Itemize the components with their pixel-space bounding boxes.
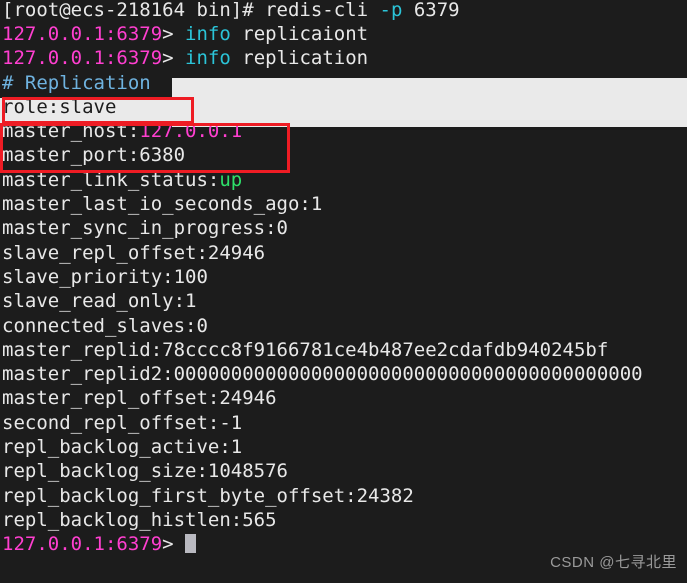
info-repl-backlog-active-seg-0: repl_backlog_active:1: [2, 436, 243, 459]
info-second-repl-offset: second_repl_offset:-1: [2, 411, 687, 435]
shell-prompt-line-seg-0: [root@ecs-218164 bin]#: [2, 0, 266, 21]
info-connected-slaves: connected_slaves:0: [2, 314, 687, 338]
info-master-repl-offset: master_repl_offset:24946: [2, 386, 687, 410]
info-master-host-seg-1: 127.0.0.1: [139, 120, 243, 143]
section-header-replication-seg-0: # Replication: [2, 71, 151, 94]
info-slave-read-only: slave_read_only:1: [2, 289, 687, 313]
redis-prompt-line-1-seg-0: 127.0.0.1:6379: [2, 23, 163, 45]
info-repl-backlog-first-byte-offset: repl_backlog_first_byte_offset:24382: [2, 484, 687, 508]
info-repl-backlog-size: repl_backlog_size:1048576: [2, 459, 687, 483]
redis-prompt-line-1-seg-1: >: [162, 23, 186, 45]
info-master-last-io-seconds-ago-seg-0: master_last_io_seconds_ago:1: [2, 193, 323, 216]
redis-prompt-line-1: 127.0.0.1:6379> info replicaiont: [2, 22, 687, 46]
info-slave-priority-seg-0: slave_priority:100: [2, 265, 208, 288]
info-repl-backlog-histlen: repl_backlog_histlen:565: [2, 508, 687, 532]
redis-prompt-line-3-seg-0: 127.0.0.1:6379: [2, 533, 163, 556]
text-cursor[interactable]: [185, 534, 197, 554]
info-master-port: master_port:6380: [2, 143, 687, 167]
info-master-host: master_host:127.0.0.1: [2, 119, 687, 143]
info-second-repl-offset-seg-0: second_repl_offset:-1: [2, 411, 243, 434]
shell-prompt-line-seg-3: 6379: [413, 0, 460, 21]
info-master-replid2-seg-0: master_replid2:0000000000000000000000000…: [2, 363, 643, 386]
shell-prompt-line: [root@ecs-218164 bin]# redis-cli -p 6379: [2, 0, 687, 22]
info-role-seg-0: role:slave: [2, 95, 117, 118]
info-master-link-status-seg-0: master_link_status:: [2, 168, 220, 191]
info-master-last-io-seconds-ago: master_last_io_seconds_ago:1: [2, 192, 687, 216]
redis-prompt-line-1-seg-2: info: [185, 23, 243, 45]
redis-prompt-line-2: 127.0.0.1:6379> info replication: [2, 46, 687, 70]
info-master-sync-in-progress-seg-0: master_sync_in_progress:0: [2, 217, 288, 240]
info-repl-backlog-active: repl_backlog_active:1: [2, 435, 687, 459]
info-master-link-status: master_link_status:up: [2, 168, 687, 192]
info-master-replid2: master_replid2:0000000000000000000000000…: [2, 362, 687, 386]
shell-prompt-line-seg-2: -p: [379, 0, 414, 21]
terminal-output: [root@ecs-218164 bin]#[root@ecs-218164 b…: [0, 0, 687, 557]
info-master-replid-seg-0: master_replid:78cccc8f9166781ce4b487ee2c…: [2, 338, 609, 361]
redis-prompt-line-2-seg-2: info: [185, 47, 243, 70]
info-master-replid: master_replid:78cccc8f9166781ce4b487ee2c…: [2, 338, 687, 362]
redis-prompt-line-3-seg-1: >: [162, 533, 186, 556]
info-slave-repl-offset-seg-0: slave_repl_offset:24946: [2, 241, 266, 264]
redis-prompt-line-2-seg-0: 127.0.0.1:6379: [2, 47, 163, 70]
redis-prompt-line-1-seg-3: replicaiont: [242, 23, 369, 45]
info-slave-read-only-seg-0: slave_read_only:1: [2, 290, 197, 313]
info-master-repl-offset-seg-0: master_repl_offset:24946: [2, 387, 277, 410]
terminal-screen[interactable]: [root@ecs-218164 bin]#[root@ecs-218164 b…: [0, 0, 687, 583]
info-master-host-seg-0: master_host:: [2, 120, 140, 143]
redis-prompt-line-2-seg-1: >: [162, 47, 186, 70]
info-role: role:slave: [2, 95, 687, 119]
info-repl-backlog-first-byte-offset-seg-0: repl_backlog_first_byte_offset:24382: [2, 484, 414, 507]
info-slave-priority: slave_priority:100: [2, 265, 687, 289]
info-repl-backlog-size-seg-0: repl_backlog_size:1048576: [2, 460, 288, 483]
info-master-sync-in-progress: master_sync_in_progress:0: [2, 216, 687, 240]
info-master-link-status-seg-1: up: [219, 168, 243, 191]
info-slave-repl-offset: slave_repl_offset:24946: [2, 241, 687, 265]
redis-prompt-line-2-seg-3: replication: [242, 47, 369, 70]
info-repl-backlog-histlen-seg-0: repl_backlog_histlen:565: [2, 508, 277, 531]
info-master-port-seg-0: master_port:6380: [2, 144, 186, 167]
watermark: CSDN @七寻北里: [550, 553, 677, 571]
info-connected-slaves-seg-0: connected_slaves:0: [2, 314, 208, 337]
section-header-replication: # Replication: [2, 71, 687, 95]
shell-prompt-line-seg-1: redis-cli: [265, 0, 380, 21]
